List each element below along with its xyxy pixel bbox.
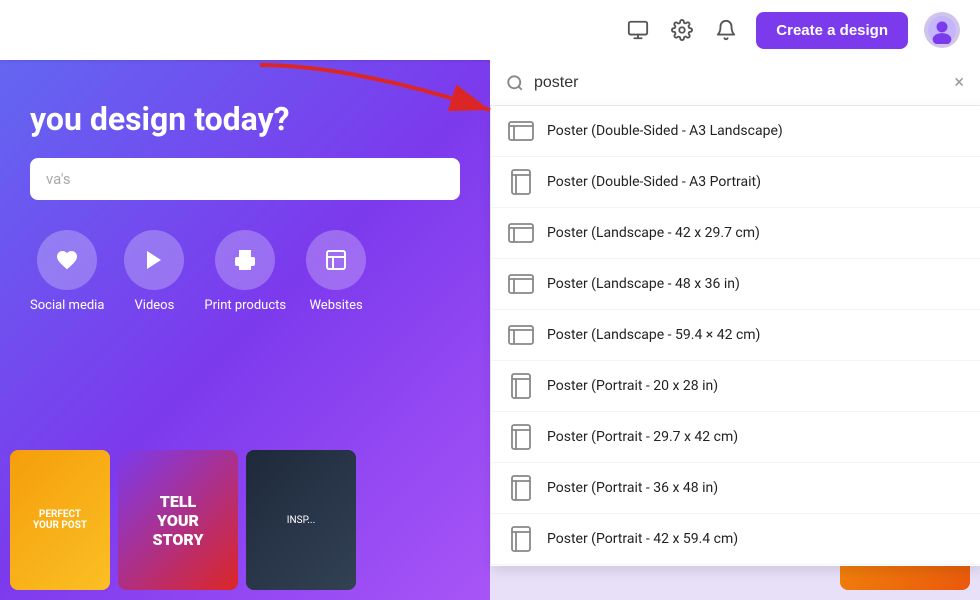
portrait-icon: [507, 168, 535, 196]
dropdown-item-label: Poster (Portrait - 29.7 x 42 cm): [547, 429, 738, 445]
search-overlay: × Poster (Double-Sided - A3 Landscape)Po…: [490, 60, 980, 566]
landscape-icon: [507, 321, 535, 349]
portrait-icon: [507, 525, 535, 553]
thumb2-text: TELL YOUR STORY: [152, 492, 203, 549]
clear-search-button[interactable]: ×: [954, 72, 964, 93]
dropdown-item-label: Poster (Portrait - 42 x 59.4 cm): [547, 531, 738, 547]
category-item-social[interactable]: Social media: [30, 230, 104, 313]
dropdown-item[interactable]: Poster (Landscape - 59.4 × 42 cm): [491, 310, 980, 361]
category-label-videos: Videos: [135, 298, 175, 313]
dropdown-item-label: Poster (Landscape - 59.4 × 42 cm): [547, 327, 760, 343]
bell-icon[interactable]: [712, 16, 740, 44]
thumbnail-1: PERFECT YOUR POST: [10, 450, 110, 590]
thumbnail-3: INSP...: [246, 450, 356, 590]
search-input[interactable]: [534, 74, 944, 92]
category-icons: Social media Videos Print products Websi…: [30, 230, 460, 313]
search-dropdown: Poster (Double-Sided - A3 Landscape) Post…: [490, 106, 980, 566]
dropdown-item[interactable]: Poster (Portrait - 42 x 59.4 cm): [491, 514, 980, 565]
create-design-button[interactable]: Create a design: [756, 12, 908, 49]
category-item-websites[interactable]: Websites: [306, 230, 366, 313]
avatar[interactable]: [924, 12, 960, 48]
dropdown-item-label: Poster (Portrait - 20 x 28 in): [547, 378, 718, 394]
dropdown-item[interactable]: Poster (Portrait - 29.7 x 42 cm): [491, 412, 980, 463]
category-label-websites: Websites: [309, 298, 362, 313]
dropdown-item-label: Poster (Landscape - 48 x 36 in): [547, 276, 740, 292]
hero-search-display[interactable]: va's: [30, 158, 460, 200]
dropdown-item[interactable]: Research Poster (Double-Sided - A3 Lands…: [491, 565, 980, 566]
portrait-icon: [507, 474, 535, 502]
portrait-icon: [507, 372, 535, 400]
dropdown-item[interactable]: Poster (Portrait - 20 x 28 in): [491, 361, 980, 412]
category-item-videos[interactable]: Videos: [124, 230, 184, 313]
dropdown-item[interactable]: Poster (Portrait - 36 x 48 in): [491, 463, 980, 514]
category-label-print: Print products: [204, 298, 286, 313]
portrait-icon: [507, 423, 535, 451]
dropdown-item-label: Poster (Portrait - 36 x 48 in): [547, 480, 718, 496]
monitor-icon[interactable]: [624, 16, 652, 44]
category-circle-videos[interactable]: [124, 230, 184, 290]
category-circle-websites[interactable]: [306, 230, 366, 290]
landscape-icon: [507, 219, 535, 247]
dropdown-item[interactable]: Poster (Landscape - 42 x 29.7 cm): [491, 208, 980, 259]
dropdown-item[interactable]: Poster (Double-Sided - A3 Portrait): [491, 157, 980, 208]
thumb1-text: PERFECT YOUR POST: [29, 505, 91, 535]
dropdown-item-label: Poster (Double-Sided - A3 Portrait): [547, 174, 761, 190]
dropdown-item-label: Poster (Double-Sided - A3 Landscape): [547, 123, 783, 139]
search-icon: [506, 74, 524, 92]
dropdown-item[interactable]: Poster (Double-Sided - A3 Landscape): [491, 106, 980, 157]
category-circle-print[interactable]: [215, 230, 275, 290]
category-item-print[interactable]: Print products: [204, 230, 286, 313]
thumbnail-2: TELL YOUR STORY: [118, 450, 238, 590]
dropdown-item-label: Poster (Landscape - 42 x 29.7 cm): [547, 225, 760, 241]
header: Create a design: [0, 0, 980, 60]
gear-icon[interactable]: [668, 16, 696, 44]
header-icons: [624, 16, 740, 44]
search-bar[interactable]: ×: [490, 60, 980, 106]
thumb3-text: INSP...: [287, 515, 315, 526]
hero-title: you design today?: [30, 100, 460, 138]
category-label-social: Social media: [30, 298, 104, 313]
landscape-icon: [507, 270, 535, 298]
dropdown-item[interactable]: Poster (Landscape - 48 x 36 in): [491, 259, 980, 310]
category-circle-social[interactable]: [37, 230, 97, 290]
landscape-icon: [507, 117, 535, 145]
